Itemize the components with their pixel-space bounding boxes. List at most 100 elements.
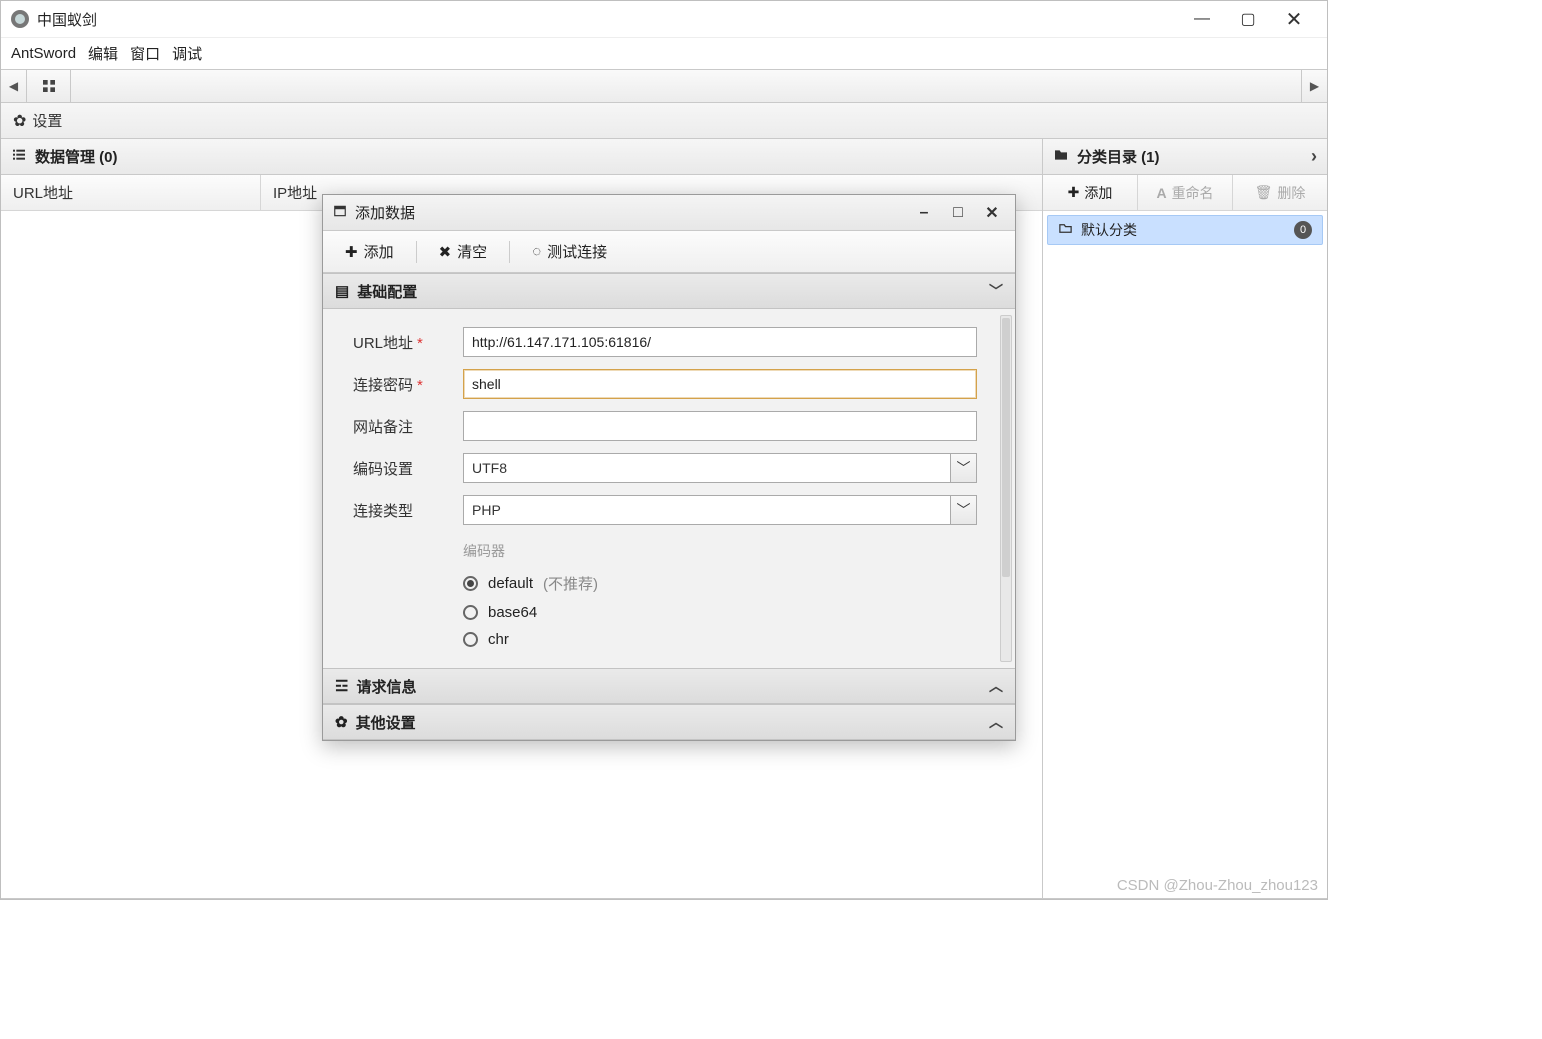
gear-icon: ✿ [13,111,26,131]
row-url: URL地址* [353,327,995,357]
category-item-label: 默认分类 [1081,220,1137,240]
menu-edit[interactable]: 编辑 [88,43,118,64]
basic-form: URL地址* 连接密码* 网站备注 编码设置 UTF8 ﹀ 连接类型 [323,309,1015,668]
tabs-row: ◀ ▶ [1,69,1327,103]
dialog-titlebar: 添加数据 – □ ✕ [323,195,1015,231]
section-basic-header[interactable]: ▤ 基础配置 ﹀ [323,273,1015,309]
type-select[interactable]: PHP ﹀ [463,495,977,525]
radio-icon [463,632,478,647]
category-list: 默认分类 0 [1043,211,1327,898]
folder-open-icon [1058,221,1073,239]
row-type: 连接类型 PHP ﹀ [353,495,995,525]
data-panel-title: 数据管理 (0) [35,146,118,167]
category-delete-label: 删除 [1277,183,1305,203]
encoder-default-label: default [488,575,533,592]
menu-window[interactable]: 窗口 [130,43,160,64]
chevron-down-icon: ﹀ [989,281,1003,301]
x-icon: ✖ [439,243,452,261]
category-item-default[interactable]: 默认分类 0 [1047,215,1323,245]
section-request-header[interactable]: ☲ 请求信息 ︿ [323,668,1015,704]
dialog-close-button[interactable]: ✕ [979,203,1005,223]
watermark: CSDN @Zhou-Zhou_zhou123 [1117,877,1318,894]
type-select-value: PHP [464,502,950,518]
category-add-label: 添加 [1084,183,1112,203]
data-panel-header: 数据管理 (0) [1,139,1042,175]
url-label: URL地址* [353,332,463,353]
url-input[interactable] [463,327,977,357]
chevron-up-icon: ︿ [989,712,1003,732]
menu-antsword[interactable]: AntSword [11,45,76,62]
password-label: 连接密码* [353,374,463,395]
chevron-up-icon: ︿ [989,676,1003,696]
category-toolbar: ✚ 添加 A 重命名 🗑 删除 [1043,175,1327,211]
category-delete-button: 🗑 删除 [1233,175,1327,210]
password-input[interactable] [463,369,977,399]
spinner-icon: ◌ [532,243,541,260]
encode-select[interactable]: UTF8 ﹀ [463,453,977,483]
dialog-test-button[interactable]: ◌ 测试连接 [520,235,619,268]
encoder-default-hint: (不推荐) [543,573,598,594]
app-icon [11,10,29,28]
form-scrollbar[interactable] [1000,315,1012,662]
encoder-base64-label: base64 [488,604,537,621]
section-other-title: 其他设置 [356,712,416,733]
encoder-chr-label: chr [488,631,509,648]
section-request-title: 请求信息 [356,676,416,697]
tab-nav-right[interactable]: ▶ [1301,70,1327,102]
globe-icon: ☲ [335,677,348,695]
window-title: 中国蚁剑 [37,9,97,30]
category-count-badge: 0 [1294,221,1312,239]
dialog-add-label: 添加 [364,241,394,262]
radio-icon [463,605,478,620]
section-other-header[interactable]: ✿ 其他设置 ︿ [323,704,1015,740]
encoders-title: 编码器 [463,541,995,561]
row-password: 连接密码* [353,369,995,399]
chevron-right-icon[interactable]: › [1311,146,1317,167]
encode-select-value: UTF8 [464,460,950,476]
category-panel-header: 分类目录 (1) › [1043,139,1327,175]
encoder-option-default[interactable]: default (不推荐) [463,573,995,594]
encoders-group: 编码器 default (不推荐) base64 chr [463,537,995,648]
menu-debug[interactable]: 调试 [172,43,202,64]
note-input[interactable] [463,411,977,441]
maximize-button[interactable]: ▢ [1225,1,1271,37]
folder-icon [1053,147,1069,167]
note-label: 网站备注 [353,416,463,437]
encoder-option-chr[interactable]: chr [463,631,995,648]
category-add-button[interactable]: ✚ 添加 [1043,175,1138,210]
tab-strip [71,70,1301,102]
gears-icon: ✿ [335,713,348,731]
dialog-title: 添加数据 [355,202,415,223]
chevron-down-icon: ﹀ [950,454,976,482]
document-icon: ▤ [335,282,349,300]
category-rename-button: A 重命名 [1138,175,1233,210]
encoder-option-base64[interactable]: base64 [463,604,995,621]
list-icon [11,147,27,167]
chevron-down-icon: ﹀ [950,496,976,524]
minimize-button[interactable]: ― [1179,1,1225,37]
menubar: AntSword 编辑 窗口 调试 [1,37,1327,69]
radio-icon [463,576,478,591]
category-panel: 分类目录 (1) › ✚ 添加 A 重命名 🗑 删除 [1043,139,1327,898]
window-icon [333,204,347,222]
trash-icon: 🗑 [1255,184,1273,201]
dialog-minimize-button[interactable]: – [911,204,937,222]
plus-icon: ✚ [1068,184,1080,201]
dialog-test-label: 测试连接 [547,241,607,262]
close-button[interactable]: ✕ [1271,1,1317,37]
dialog-clear-button[interactable]: ✖ 清空 [427,235,500,268]
tab-home[interactable] [27,70,71,102]
plus-circle-icon: ✚ [345,243,358,261]
add-data-dialog: 添加数据 – □ ✕ ✚ 添加 ✖ 清空 ◌ 测试连接 ▤ 基础配置 ﹀ URL… [322,194,1016,741]
dialog-add-button[interactable]: ✚ 添加 [333,235,406,268]
font-icon: A [1156,185,1166,201]
dialog-maximize-button[interactable]: □ [945,204,971,222]
dialog-clear-label: 清空 [457,241,487,262]
section-basic-title: 基础配置 [357,281,417,302]
settings-bar[interactable]: ✿ 设置 [1,103,1327,139]
tab-nav-left[interactable]: ◀ [1,70,27,102]
col-url[interactable]: URL地址 [1,175,261,210]
scrollbar-thumb[interactable] [1002,318,1010,577]
grid-icon [41,78,57,94]
category-panel-title: 分类目录 (1) [1077,146,1160,167]
